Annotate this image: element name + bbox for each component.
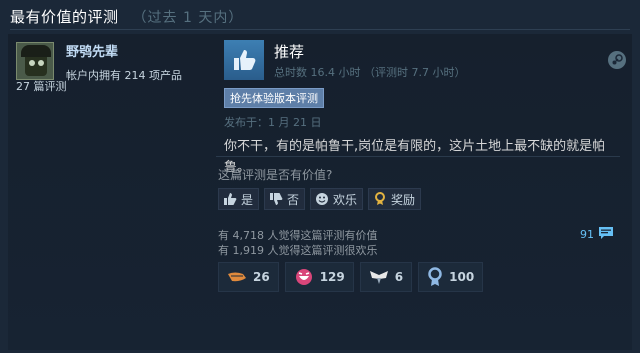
avatar[interactable] bbox=[16, 42, 54, 80]
award-item[interactable]: 6 bbox=[359, 262, 413, 292]
award-item[interactable]: 100 bbox=[418, 262, 484, 292]
review-body: 推荐 总时数 16.4 小时 （评测时 7.7 小时） 抢先体验版本评测 发布于… bbox=[224, 38, 628, 178]
posted-date: 发布于：1 月 21 日 bbox=[224, 116, 322, 129]
vote-buttons: 是 否 欢乐 奖励 bbox=[218, 188, 422, 210]
helpful-count: 有 4,718 人觉得这篇评测有价值 bbox=[218, 229, 378, 242]
award-list: 26 129 6 100 bbox=[218, 262, 484, 292]
medal-icon bbox=[427, 267, 443, 287]
section-subtitle: （过去 1 天内） bbox=[132, 10, 244, 26]
vote-yes-label: 是 bbox=[241, 192, 254, 207]
award-count: 100 bbox=[449, 270, 475, 284]
thumbs-down-icon bbox=[269, 192, 283, 206]
divider bbox=[216, 156, 620, 157]
play-hours: 总时数 16.4 小时 （评测时 7.7 小时） bbox=[274, 65, 466, 79]
thumbs-up-icon bbox=[223, 192, 237, 206]
verdict-header[interactable]: 推荐 总时数 16.4 小时 （评测时 7.7 小时） bbox=[224, 38, 628, 82]
award-ribbon-icon bbox=[373, 192, 387, 206]
vote-yes-button[interactable]: 是 bbox=[218, 188, 260, 210]
early-access-badge: 抢先体验版本评测 bbox=[224, 88, 324, 108]
review-stats: 有 4,718 人觉得这篇评测有价值 有 1,919 人觉得这篇评测很欢乐 bbox=[218, 228, 377, 258]
award-button[interactable]: 奖励 bbox=[368, 188, 422, 210]
award-count: 26 bbox=[253, 270, 270, 284]
award-label: 奖励 bbox=[391, 192, 416, 207]
comment-count: 91 bbox=[580, 228, 594, 241]
section-title: 最有价值的评测 bbox=[10, 8, 119, 26]
award-count: 6 bbox=[394, 270, 404, 284]
wings-icon bbox=[369, 269, 389, 285]
section-header: 最有价值的评测 （过去 1 天内） bbox=[10, 6, 630, 30]
vote-funny-label: 欢乐 bbox=[333, 192, 358, 207]
vote-funny-button[interactable]: 欢乐 bbox=[310, 188, 364, 210]
steam-icon bbox=[608, 51, 626, 69]
laughing-face-icon bbox=[294, 268, 314, 286]
funny-count: 有 1,919 人觉得这篇评测很欢乐 bbox=[218, 244, 378, 257]
vote-no-button[interactable]: 否 bbox=[264, 188, 306, 210]
smiley-icon bbox=[315, 192, 329, 206]
comment-icon bbox=[598, 226, 614, 243]
comments-link[interactable]: 91 bbox=[580, 226, 614, 243]
award-count: 129 bbox=[319, 270, 345, 284]
vote-no-label: 否 bbox=[287, 192, 300, 207]
review-count[interactable]: 27 篇评测 bbox=[16, 78, 67, 94]
award-item[interactable]: 129 bbox=[284, 262, 354, 292]
verdict-label: 推荐 bbox=[274, 42, 305, 61]
owned-products[interactable]: 帐户内拥有 214 项产品 bbox=[66, 67, 182, 83]
reviewer-name[interactable]: 野鸮先辈 bbox=[66, 41, 182, 60]
thumbs-up-icon bbox=[224, 40, 264, 80]
helpful-question: 这篇评测是否有价值? bbox=[218, 168, 333, 182]
award-item[interactable]: 26 bbox=[218, 262, 279, 292]
deal-with-it-icon bbox=[227, 270, 247, 284]
